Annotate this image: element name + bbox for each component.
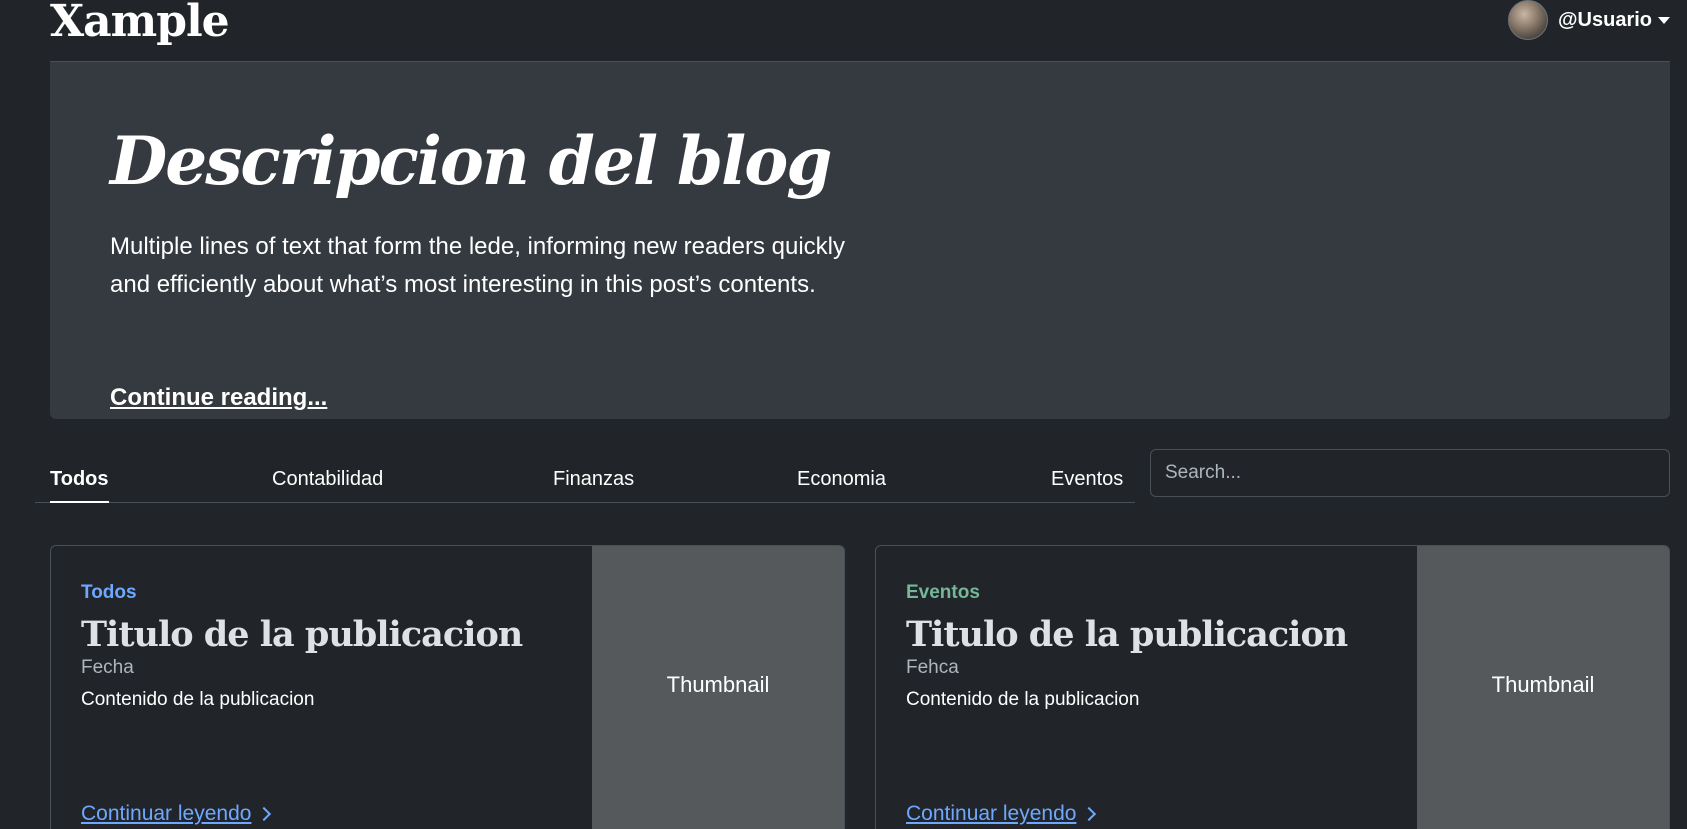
post-card-body: Eventos Titulo de la publicacion Fehca C… — [906, 582, 1406, 711]
post-date: Fehca — [906, 657, 959, 678]
continue-reading-post-link[interactable]: Continuar leyendo — [81, 802, 272, 826]
post-title: Titulo de la publicacion — [81, 614, 523, 655]
caret-down-icon[interactable] — [1658, 16, 1670, 24]
user-menu[interactable]: @Usuario — [1508, 0, 1670, 40]
hero-lede-line-1: Multiple lines of text that form the led… — [110, 233, 846, 260]
tab-economia[interactable]: Economia — [797, 449, 886, 503]
brand-logo[interactable]: Xample — [50, 0, 230, 47]
continue-reading-post-label[interactable]: Continuar leyendo — [906, 802, 1076, 826]
user-name[interactable]: @Usuario — [1558, 9, 1652, 32]
post-thumbnail: Thumbnail — [1417, 546, 1669, 829]
post-content: Contenido de la publicacion — [906, 689, 1140, 710]
tab-eventos[interactable]: Eventos — [1051, 449, 1123, 503]
post-category: Eventos — [906, 582, 980, 603]
hero-banner: Descripcion del blog Multiple lines of t… — [50, 62, 1670, 419]
tab-contabilidad[interactable]: Contabilidad — [272, 449, 383, 503]
post-card-body: Todos Titulo de la publicacion Fecha Con… — [81, 582, 581, 711]
hero-lede-line-2: and efficiently about what’s most intere… — [110, 271, 816, 298]
hero-lede: Multiple lines of text that form the led… — [110, 228, 870, 304]
chevron-right-icon — [1082, 806, 1097, 822]
tab-todos[interactable]: Todos — [50, 449, 109, 503]
chevron-right-icon — [257, 806, 272, 822]
tab-finanzas[interactable]: Finanzas — [553, 449, 634, 503]
post-date: Fecha — [81, 657, 134, 678]
continue-reading-post-label[interactable]: Continuar leyendo — [81, 802, 251, 826]
avatar[interactable] — [1508, 0, 1549, 40]
continue-reading-link[interactable]: Continue reading... — [110, 384, 327, 412]
post-category: Todos — [81, 582, 137, 603]
site-header: Xample @Usuario — [50, 0, 1670, 62]
continue-reading-post-link[interactable]: Continuar leyendo — [906, 802, 1097, 826]
post-thumbnail: Thumbnail — [592, 546, 844, 829]
thumbnail-label: Thumbnail — [1491, 672, 1595, 697]
post-title: Titulo de la publicacion — [906, 614, 1348, 655]
search-input[interactable] — [1150, 449, 1670, 497]
post-card: Eventos Titulo de la publicacion Fehca C… — [875, 545, 1670, 829]
blog-page: Xample @Usuario Descripcion del blog Mul… — [0, 0, 1687, 829]
hero-title: Descripcion del blog — [110, 122, 832, 200]
post-content: Contenido de la publicacion — [81, 689, 315, 710]
thumbnail-label: Thumbnail — [666, 672, 770, 697]
category-tabs: Todos Contabilidad Finanzas Economia Eve… — [35, 449, 1135, 503]
post-card: Todos Titulo de la publicacion Fecha Con… — [50, 545, 845, 829]
